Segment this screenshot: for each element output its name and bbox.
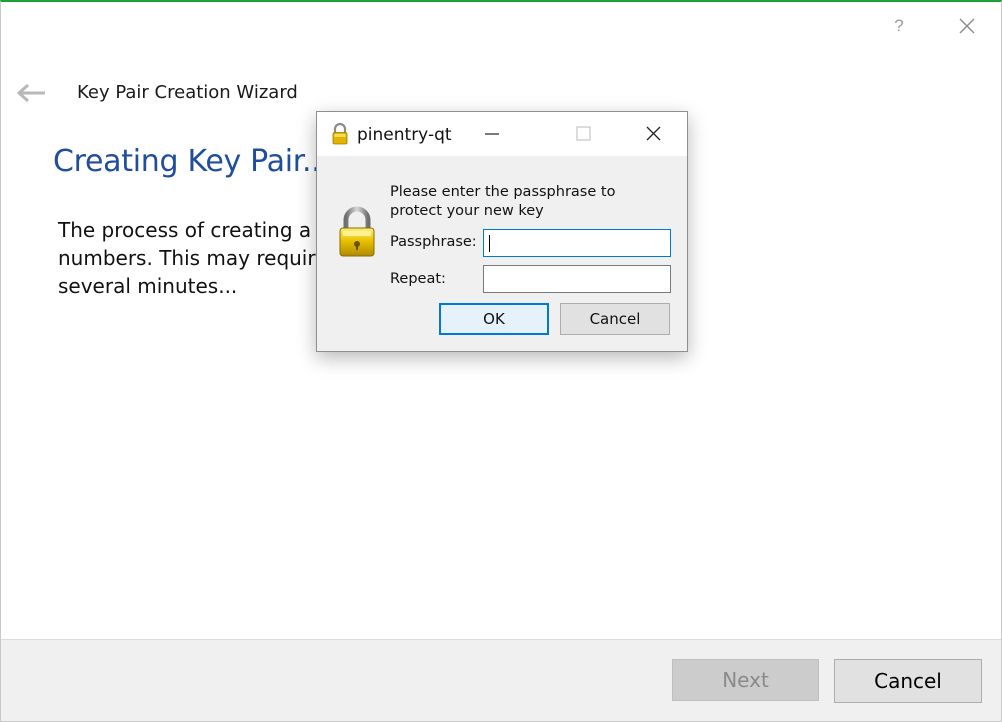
dialog-titlebar: pinentry-qt [317, 112, 687, 156]
wizard-footer: Next Cancel [1, 639, 1001, 721]
maximize-icon [576, 126, 591, 141]
close-icon[interactable] [955, 14, 979, 38]
dialog-title: pinentry-qt [357, 125, 452, 145]
passphrase-label: Passphrase: [390, 234, 477, 250]
close-icon[interactable] [636, 122, 670, 146]
dialog-prompt: Please enter the passphrase to protect y… [390, 184, 616, 219]
passphrase-input[interactable] [483, 229, 671, 257]
body-text-line1-left: The process of creating a k [58, 218, 330, 242]
dialog-cancel-button[interactable]: Cancel [560, 303, 670, 335]
repeat-label: Repeat: [390, 271, 446, 287]
body-text-line1-right: numbers. This may require [58, 246, 328, 270]
wizard-window: ? Key Pair Creation Wizard Creating Key … [0, 0, 1002, 722]
body-text-line2: several minutes... [58, 274, 238, 298]
next-button[interactable]: Next [672, 659, 819, 701]
help-icon[interactable]: ? [889, 14, 909, 38]
padlock-icon [332, 123, 348, 145]
ok-button[interactable]: OK [439, 303, 549, 335]
back-arrow-icon[interactable] [15, 81, 47, 105]
repeat-input[interactable] [483, 265, 671, 293]
cancel-button[interactable]: Cancel [834, 659, 982, 703]
text-caret [489, 235, 490, 252]
pinentry-dialog: pinentry-qt Please enter the passphrase … [316, 111, 688, 352]
page-heading: Creating Key Pair... [53, 144, 330, 179]
padlock-icon [339, 206, 375, 257]
wizard-title: Key Pair Creation Wizard [77, 82, 298, 103]
minimize-icon[interactable] [475, 122, 509, 146]
